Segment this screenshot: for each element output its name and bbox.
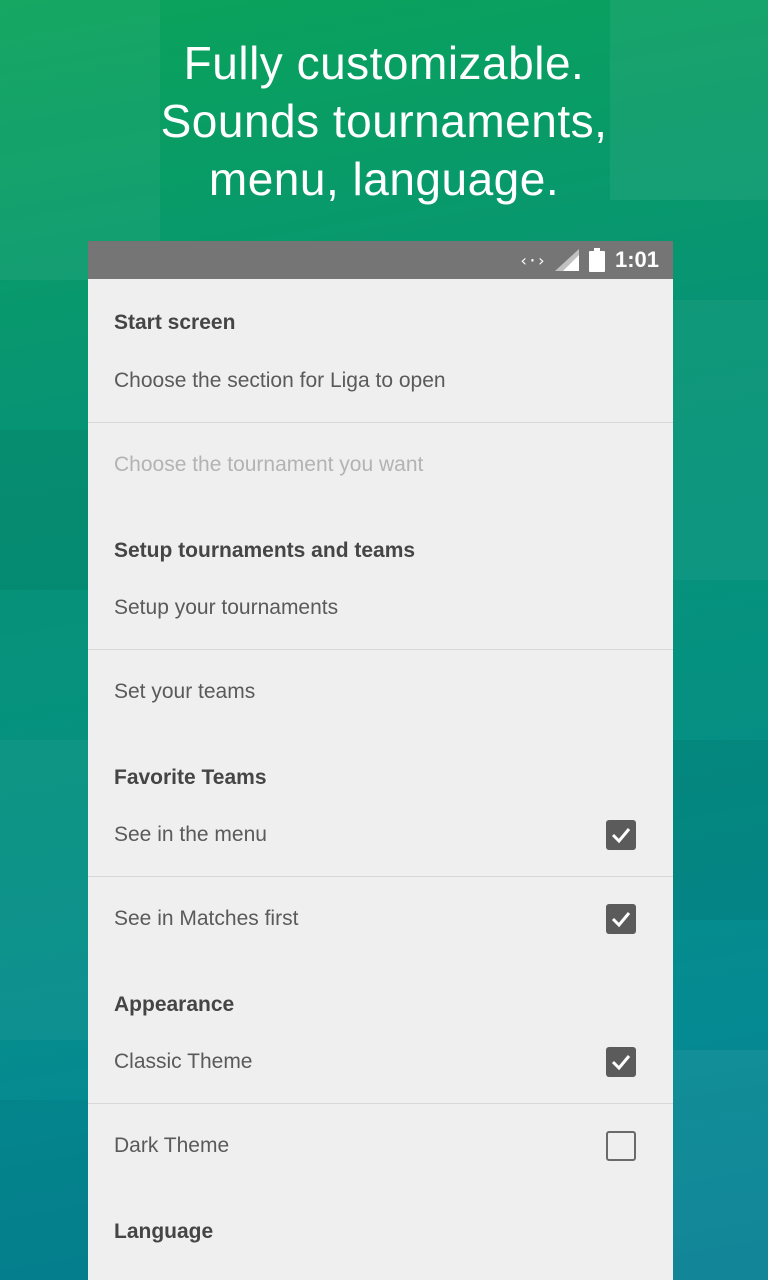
background-tile bbox=[673, 740, 768, 920]
pref-label: Set your teams bbox=[114, 680, 256, 703]
background-tile bbox=[0, 430, 88, 590]
pref-see-in-matches-first[interactable]: See in Matches first bbox=[88, 877, 673, 961]
pref-dark-theme[interactable]: Dark Theme bbox=[88, 1104, 673, 1188]
pref-label: Choose the section for Liga to open bbox=[114, 369, 446, 392]
section-header-appearance: Appearance bbox=[114, 993, 235, 1016]
section-header-start-screen: Start screen bbox=[114, 311, 236, 334]
pref-start-tournament: Choose the tournament you want bbox=[88, 423, 673, 507]
headline-line-2: Sounds tournaments, bbox=[160, 95, 608, 147]
background-tile bbox=[673, 300, 768, 580]
background-tile bbox=[0, 1100, 88, 1280]
section-header-setup: Setup tournaments and teams bbox=[114, 539, 416, 562]
status-icons: ‹·› 1:01 bbox=[519, 241, 659, 279]
checkbox-classic-theme[interactable] bbox=[606, 1047, 636, 1077]
pref-label: See in Matches first bbox=[114, 907, 299, 930]
checkbox-dark-theme[interactable] bbox=[606, 1131, 636, 1161]
status-bar: ‹·› 1:01 bbox=[88, 241, 673, 279]
check-icon bbox=[611, 912, 631, 928]
checkbox-see-in-menu[interactable] bbox=[606, 820, 636, 850]
check-icon bbox=[611, 828, 631, 844]
pref-classic-theme[interactable]: Classic Theme bbox=[88, 1020, 673, 1104]
signal-icon bbox=[554, 249, 579, 271]
headline-line-1: Fully customizable. bbox=[183, 37, 585, 89]
pref-see-in-menu[interactable]: See in the menu bbox=[88, 793, 673, 877]
pref-label: Choose the tournament you want bbox=[114, 453, 424, 476]
background-tile bbox=[0, 740, 88, 1040]
pref-label: Classic Theme bbox=[114, 1050, 253, 1073]
headline-line-3: menu, language. bbox=[208, 153, 560, 205]
section-header-favorite-teams: Favorite Teams bbox=[114, 766, 267, 789]
pref-start-section[interactable]: Choose the section for Liga to open bbox=[88, 339, 673, 423]
pref-setup-tournaments[interactable]: Setup your tournaments bbox=[88, 566, 673, 650]
check-icon bbox=[611, 1055, 631, 1071]
checkbox-see-in-matches-first[interactable] bbox=[606, 904, 636, 934]
promo-headline: Fully customizable. Sounds tournaments, … bbox=[0, 34, 768, 208]
pref-label: Setup your tournaments bbox=[114, 596, 339, 619]
status-time: 1:01 bbox=[614, 247, 659, 272]
pref-label: Dark Theme bbox=[114, 1134, 230, 1157]
phone-screen: ‹·› 1:01 Start screen Choose the section… bbox=[88, 241, 673, 1280]
pref-set-teams[interactable]: Set your teams bbox=[88, 650, 673, 734]
battery-icon bbox=[588, 248, 605, 272]
pref-label: See in the menu bbox=[114, 823, 267, 846]
background-tile bbox=[673, 1050, 768, 1280]
section-header-language: Language bbox=[114, 1220, 214, 1243]
data-transfer-icon: ‹·› bbox=[519, 250, 546, 270]
